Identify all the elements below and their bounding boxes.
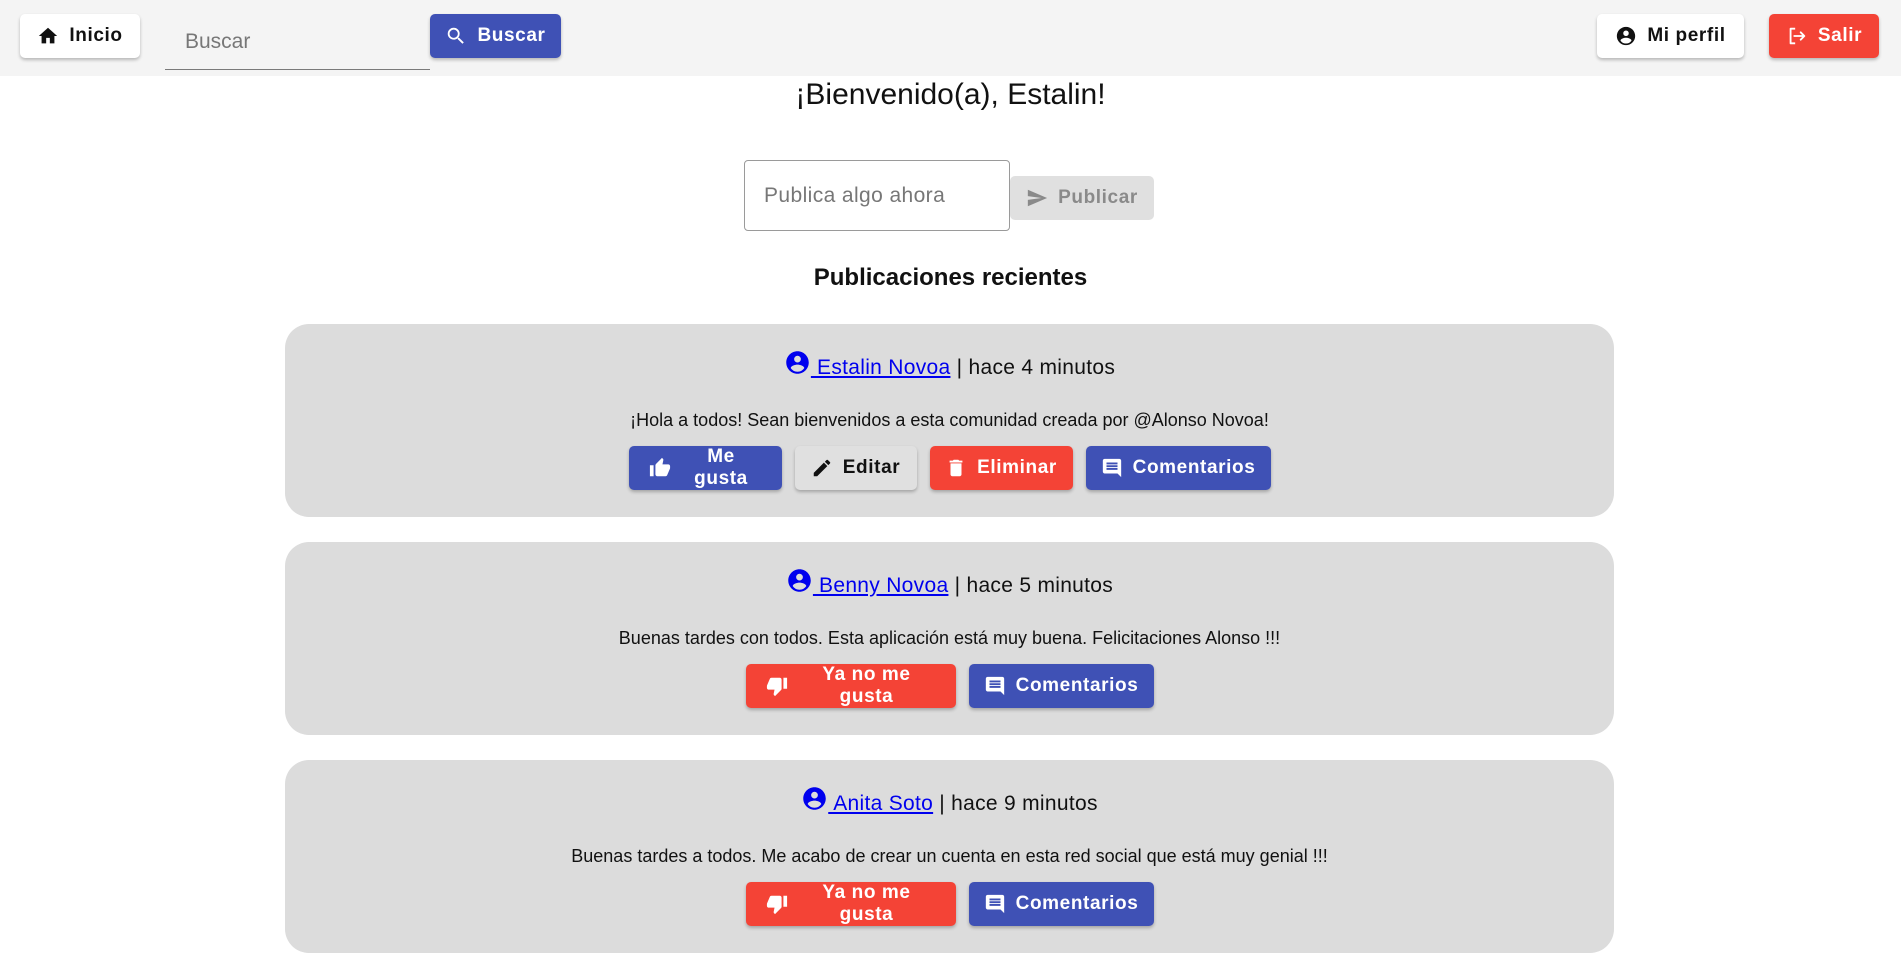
comment-icon — [1102, 458, 1121, 478]
post-time: | hace 5 minutos — [948, 574, 1114, 597]
pencil-icon — [813, 459, 831, 477]
unlike-button[interactable]: Ya no me gusta — [745, 664, 956, 708]
post-actions: Ya no me gusta Comentarios — [285, 664, 1614, 708]
comments-button[interactable]: Comentarios — [1085, 446, 1271, 490]
logout-button-label: Salir — [1817, 25, 1863, 46]
post-card: Estalin Novoa | hace 4 minutos ¡Hola a t… — [285, 324, 1614, 517]
search-button[interactable]: Buscar — [430, 14, 561, 58]
top-app-bar: Inicio Buscar Mi perfil Salir — [0, 0, 1901, 76]
delete-button-label: Eliminar — [977, 457, 1057, 478]
unlike-button-label: Ya no me gusta — [822, 882, 911, 925]
post-text: ¡Hola a todos! Sean bienvenidos a esta c… — [630, 410, 1269, 430]
publish-button[interactable]: Publicar — [1010, 176, 1154, 220]
post-text: Buenas tardes a todos. Me acabo de crear… — [571, 846, 1328, 866]
post-card: Anita Soto | hace 9 minutos Buenas tarde… — [285, 760, 1614, 953]
home-icon — [39, 27, 58, 44]
post-time: | hace 4 minutos — [950, 356, 1116, 379]
home-button-label: Inicio — [69, 25, 123, 46]
trash-icon — [949, 459, 963, 477]
thumb-up-icon — [649, 457, 670, 477]
logout-button[interactable]: Salir — [1769, 14, 1879, 58]
post-actions: Me gusta Editar Eliminar Comentarios — [285, 446, 1614, 490]
like-button[interactable]: Me gusta — [628, 446, 782, 490]
account-circle-icon — [1617, 26, 1636, 46]
send-icon — [1027, 189, 1048, 207]
unlike-button-label: Ya no me gusta — [822, 664, 911, 707]
thumb-down-icon — [766, 895, 787, 915]
comments-button-label: Comentarios — [1132, 457, 1256, 478]
post-author-link[interactable]: Benny Novoa — [813, 574, 949, 597]
unlike-button[interactable]: Ya no me gusta — [745, 882, 956, 926]
thumb-down-icon — [766, 677, 787, 697]
post-card: Benny Novoa | hace 5 minutos Buenas tard… — [285, 542, 1614, 735]
search-input[interactable] — [165, 14, 430, 69]
post-time: | hace 9 minutos — [933, 792, 1098, 815]
post-header: Benny Novoa | hace 5 minutos — [285, 567, 1614, 598]
search-icon — [448, 27, 465, 44]
post-text: Buenas tardes con todos. Esta aplicación… — [618, 628, 1281, 648]
search-button-label: Buscar — [477, 25, 546, 46]
post-header: Estalin Novoa | hace 4 minutos — [285, 349, 1614, 380]
comments-button-label: Comentarios — [1015, 675, 1139, 696]
recent-posts-title: Publicaciones recientes — [813, 264, 1088, 291]
post-actions: Ya no me gusta Comentarios — [285, 882, 1614, 926]
comments-button[interactable]: Comentarios — [968, 882, 1154, 926]
profile-button[interactable]: Mi perfil — [1597, 14, 1744, 58]
profile-button-label: Mi perfil — [1647, 25, 1726, 46]
edit-button-label: Editar — [842, 457, 901, 478]
like-button-label: Me gusta — [694, 446, 748, 489]
home-button[interactable]: Inicio — [20, 14, 140, 58]
delete-button[interactable]: Eliminar — [929, 446, 1073, 490]
comments-button[interactable]: Comentarios — [968, 664, 1154, 708]
post-input[interactable] — [745, 161, 1009, 230]
comment-icon — [985, 676, 1004, 696]
logout-icon — [1789, 27, 1806, 45]
search-field — [165, 14, 430, 70]
post-author-link[interactable]: Anita Soto — [828, 792, 933, 815]
post-header: Anita Soto | hace 9 minutos — [285, 785, 1614, 816]
comments-button-label: Comentarios — [1015, 893, 1139, 914]
post-composer — [744, 160, 1010, 231]
post-author-link[interactable]: Estalin Novoa — [811, 356, 951, 379]
account-circle-icon — [786, 351, 809, 374]
account-circle-icon — [788, 569, 811, 592]
welcome-heading: ¡Bienvenido(a), Estalin! — [795, 78, 1106, 111]
publish-button-label: Publicar — [1058, 187, 1138, 208]
account-circle-icon — [803, 787, 826, 810]
comment-icon — [985, 894, 1004, 914]
edit-button[interactable]: Editar — [794, 446, 917, 490]
